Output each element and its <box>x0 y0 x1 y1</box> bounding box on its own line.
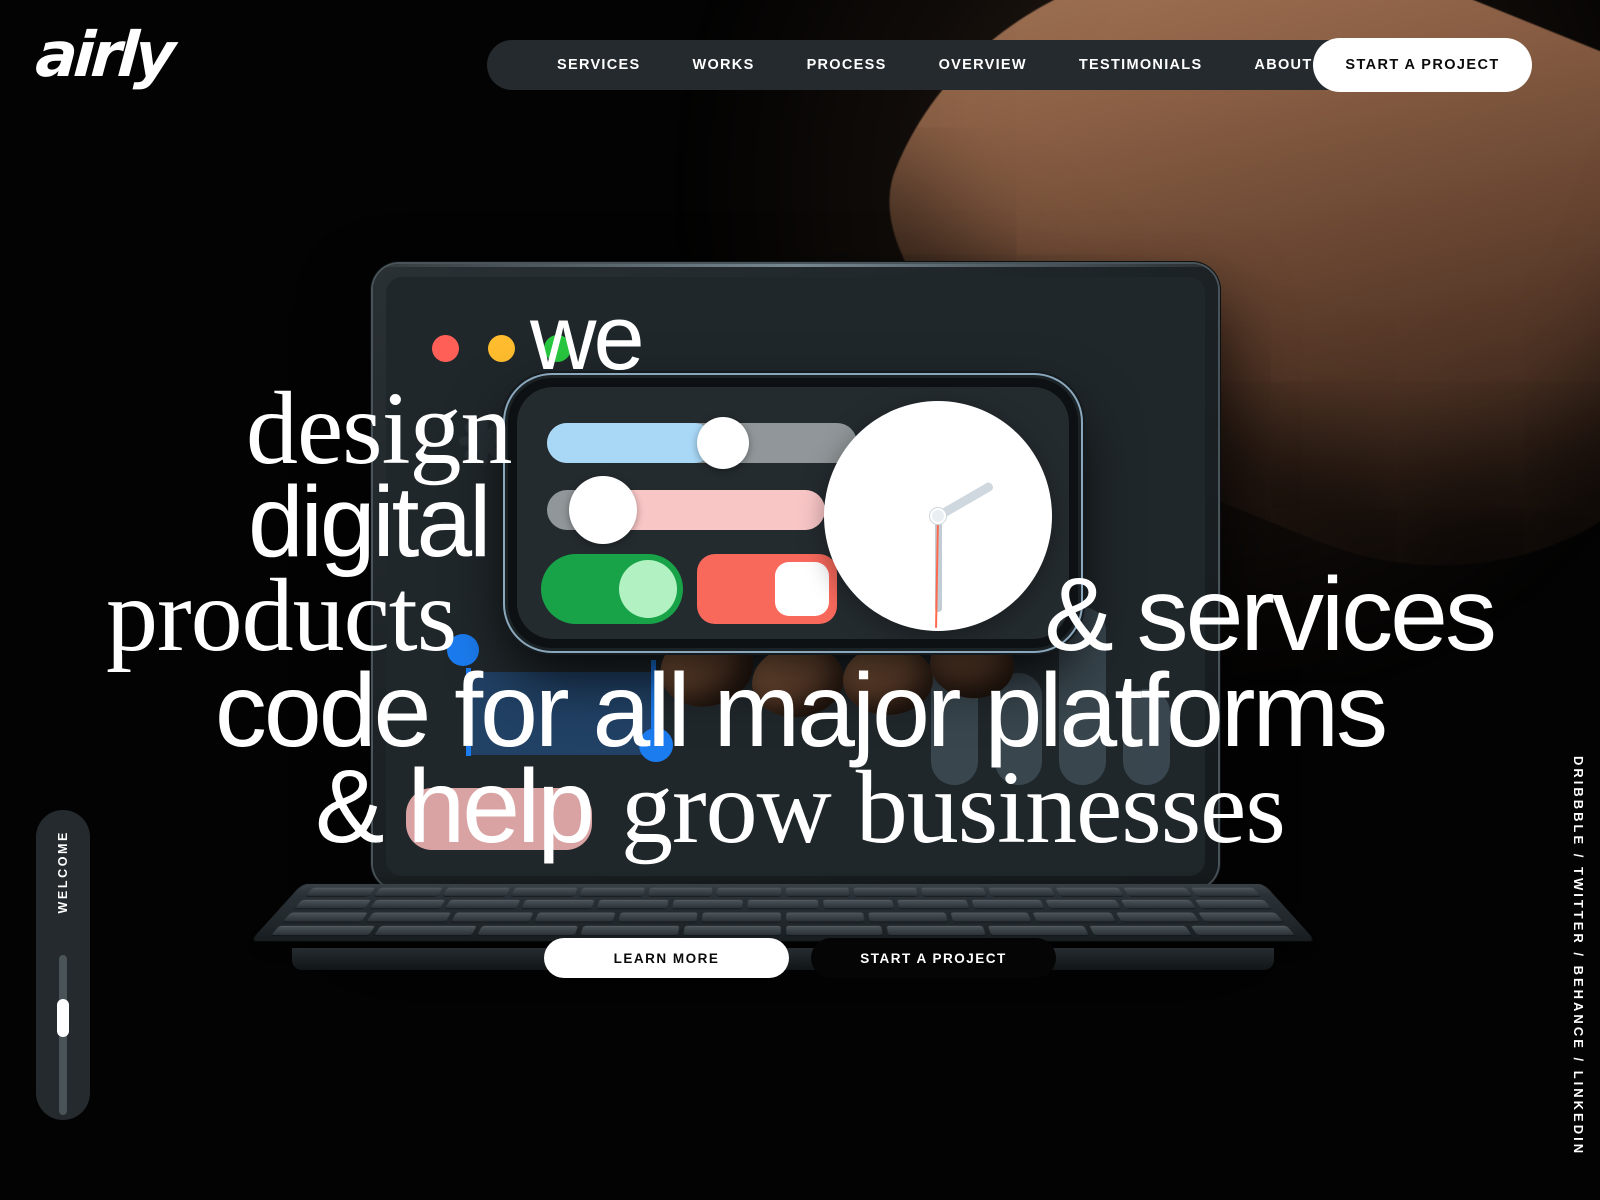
maximize-dot <box>544 335 571 362</box>
nav-start-project-button[interactable]: START A PROJECT <box>1313 38 1532 92</box>
learn-more-button[interactable]: LEARN MORE <box>544 938 789 978</box>
nav-item-testimonials[interactable]: TESTIMONIALS <box>1053 57 1229 73</box>
toggle-red[interactable] <box>697 554 837 624</box>
toggle-red-knob <box>775 562 829 616</box>
minimize-dot <box>488 335 515 362</box>
nav-item-process[interactable]: PROCESS <box>781 57 913 73</box>
nav-item-overview[interactable]: OVERVIEW <box>913 57 1053 73</box>
nav-item-works[interactable]: WORKS <box>666 57 780 73</box>
decorative-blue-line-left <box>466 668 471 756</box>
window-traffic-lights <box>432 335 571 362</box>
slider-top-fill <box>547 423 715 463</box>
scroll-thumb[interactable] <box>57 999 69 1037</box>
tablet-keyboard <box>250 884 1316 942</box>
main-navigation: SERVICES WORKS PROCESS OVERVIEW TESTIMON… <box>487 40 1405 90</box>
slider-top-knob[interactable] <box>697 417 749 469</box>
slider-bottom[interactable] <box>547 476 825 544</box>
brand-logo[interactable]: airly <box>33 18 173 91</box>
decorative-blue-dot-bottom <box>639 728 673 762</box>
clock-pivot <box>930 508 946 524</box>
clock-widget <box>824 401 1052 631</box>
hero-cta-row: LEARN MORE START A PROJECT <box>0 938 1600 978</box>
toggle-green[interactable] <box>541 554 683 624</box>
toggle-green-knob <box>619 560 677 618</box>
phone-device <box>508 378 1078 648</box>
decorative-blue-dot-top <box>447 634 479 666</box>
slider-bottom-knob[interactable] <box>569 476 637 544</box>
nav-item-services[interactable]: SERVICES <box>531 57 666 73</box>
welcome-label: WELCOME <box>56 830 70 914</box>
hero-stage <box>0 0 1600 1200</box>
close-dot <box>432 335 459 362</box>
decorative-pink-pill <box>406 788 592 850</box>
slider-top[interactable] <box>547 417 857 469</box>
start-project-button[interactable]: START A PROJECT <box>811 938 1056 978</box>
decorative-blue-panel <box>466 672 653 755</box>
phone-screen <box>517 387 1069 639</box>
